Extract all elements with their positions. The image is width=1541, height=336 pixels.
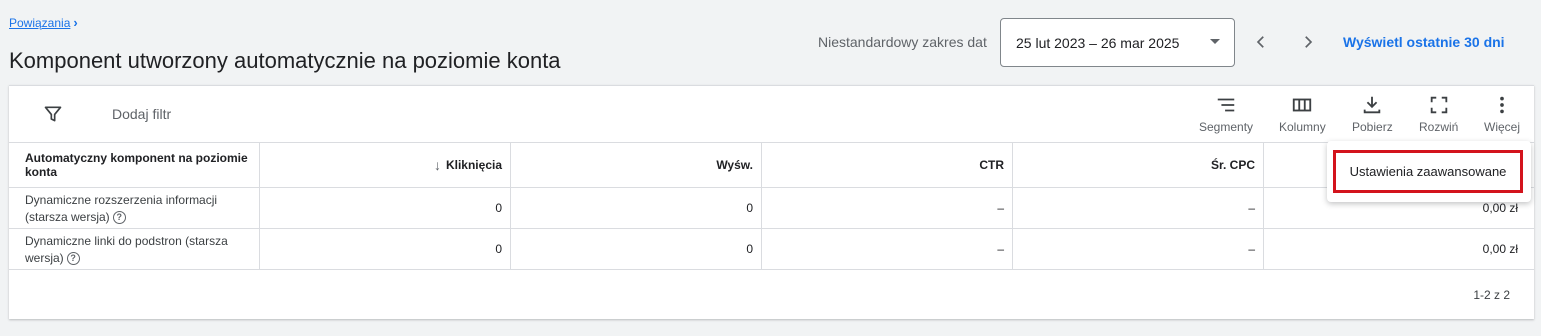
cell-clicks: 0 [260, 229, 511, 269]
cell-clicks: 0 [260, 188, 511, 228]
table-card: Dodaj filtr Segmenty Kolumny Pobierz Roz… [9, 85, 1534, 319]
row-name-text: Dynamiczne linki do podstron (starsza we… [25, 234, 228, 265]
download-label: Pobierz [1352, 120, 1393, 134]
segments-label: Segmenty [1199, 120, 1254, 134]
more-button[interactable]: Więcej [1484, 94, 1520, 134]
sort-descending-icon: ↓ [433, 157, 441, 173]
help-icon[interactable]: ? [112, 211, 126, 224]
cell-impressions: 0 [511, 188, 762, 228]
columns-button[interactable]: Kolumny [1279, 94, 1326, 134]
columns-icon [1293, 98, 1312, 112]
menu-item-advanced-settings[interactable]: Ustawienia zaawansowane [1333, 150, 1523, 193]
fullscreen-icon [1430, 96, 1447, 114]
column-header-clicks-label: Kliknięcia [445, 158, 502, 172]
column-header-clicks[interactable]: ↓ Kliknięcia [260, 143, 511, 187]
cell-ctr: – [762, 188, 1013, 228]
more-menu: Ustawienia zaawansowane [1327, 141, 1531, 202]
data-table: Automatyczny komponent na poziomie konta… [9, 142, 1534, 270]
cell-impressions: 0 [511, 229, 762, 269]
next-period-button[interactable] [1296, 30, 1320, 54]
columns-label: Kolumny [1279, 120, 1326, 134]
date-range-value: 25 lut 2023 – 26 mar 2025 [1016, 34, 1180, 51]
table-row: Dynamiczne linki do podstron (starsza we… [9, 229, 1534, 270]
more-vert-icon [1500, 96, 1504, 114]
segments-button[interactable]: Segmenty [1199, 94, 1253, 134]
column-header-impressions[interactable]: Wyśw. [511, 143, 762, 187]
cell-avg-cpc: – [1013, 188, 1264, 228]
cell-avg-cpc: – [1013, 229, 1264, 269]
segments-icon [1217, 98, 1235, 112]
cell-name: Dynamiczne linki do podstron (starsza we… [9, 229, 260, 269]
column-header-name[interactable]: Automatyczny komponent na poziomie konta [9, 143, 260, 187]
table-row: Dynamiczne rozszerzenia informacji (star… [9, 188, 1534, 229]
date-range-select[interactable]: 25 lut 2023 – 26 mar 2025 [1000, 18, 1235, 67]
pagination-status: 1-2 z 2 [1473, 288, 1510, 302]
show-last-30-days-button[interactable]: Wyświetl ostatnie 30 dni [1343, 34, 1505, 50]
column-header-avg-cpc[interactable]: Śr. CPC [1013, 143, 1264, 187]
chevron-right-icon: › [73, 15, 78, 30]
add-filter-button[interactable]: Dodaj filtr [112, 106, 171, 122]
chevron-right-icon [1305, 36, 1313, 48]
breadcrumb-link-powiazania[interactable]: Powiązania [9, 16, 70, 30]
breadcrumb: Powiązania › [9, 15, 78, 30]
help-icon[interactable]: ? [66, 252, 80, 265]
download-icon [1364, 96, 1381, 114]
column-header-ctr[interactable]: CTR [762, 143, 1013, 187]
dropdown-caret-icon [1210, 39, 1220, 44]
more-label: Więcej [1484, 120, 1521, 134]
chevron-left-icon [1256, 36, 1264, 48]
previous-period-button[interactable] [1249, 30, 1273, 54]
cell-ctr: – [762, 229, 1013, 269]
expand-label: Rozwiń [1419, 120, 1459, 134]
cell-cost: 0,00 zł [1482, 242, 1518, 256]
table-header-row: Automatyczny komponent na poziomie konta… [9, 142, 1534, 188]
download-button[interactable]: Pobierz [1352, 94, 1393, 134]
page-title: Komponent utworzony automatycznie na poz… [9, 48, 561, 73]
cell-name: Dynamiczne rozszerzenia informacji (star… [9, 188, 260, 228]
expand-button[interactable]: Rozwiń [1419, 94, 1458, 134]
filter-icon[interactable] [43, 104, 63, 124]
date-range-label: Niestandardowy zakres dat [818, 34, 987, 50]
